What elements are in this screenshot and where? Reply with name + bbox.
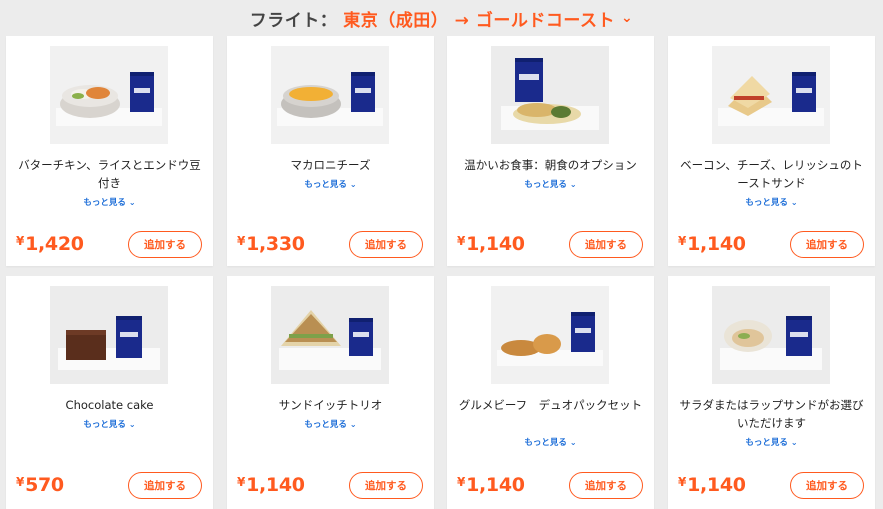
chevron-down-icon: ⌄ — [569, 180, 577, 189]
currency-symbol: ¥ — [16, 475, 25, 489]
menu-item-card: サンドイッチトリオ もっと見る ⌄ ¥1,140 追加する — [227, 276, 434, 509]
menu-item-name: Chocolate cake — [65, 398, 154, 412]
currency-symbol: ¥ — [457, 234, 466, 248]
menu-item-card: Chocolate cake もっと見る ⌄ ¥570 追加する — [6, 276, 213, 509]
menu-item-name: ベーコン、チーズ、レリッシュのトーストサンド — [680, 158, 863, 190]
price: ¥1,140 — [457, 233, 525, 255]
menu-item-name: グルメビーフ デュオパックセット — [458, 398, 643, 412]
flight-route[interactable]: 東京（成田） → ゴールドコースト — [343, 6, 615, 31]
menu-item-card: マカロニチーズ もっと見る ⌄ ¥1,330 追加する — [227, 36, 434, 266]
price-value: 1,330 — [246, 233, 305, 255]
currency-symbol: ¥ — [237, 234, 246, 248]
add-button[interactable]: 追加する — [569, 472, 643, 499]
flight-route-header[interactable]: フライト： 東京（成田） → ゴールドコースト ⌄ — [0, 0, 883, 36]
add-button[interactable]: 追加する — [790, 231, 864, 258]
food-image — [491, 46, 609, 144]
add-button[interactable]: 追加する — [569, 231, 643, 258]
price: ¥1,140 — [678, 474, 746, 496]
price-value: 1,140 — [466, 233, 525, 255]
currency-symbol: ¥ — [678, 475, 687, 489]
price-value: 1,420 — [25, 233, 84, 255]
more-label: もっと見る — [304, 180, 347, 190]
more-link[interactable]: もっと見る ⌄ — [6, 196, 213, 208]
menu-item-name: バターチキン、ライスとエンドウ豆付き — [18, 158, 201, 190]
menu-item-name: サンドイッチトリオ — [278, 398, 383, 412]
chevron-down-icon: ⌄ — [349, 180, 357, 189]
currency-symbol: ¥ — [678, 234, 687, 248]
price-value: 1,140 — [246, 474, 305, 496]
currency-symbol: ¥ — [457, 475, 466, 489]
add-button[interactable]: 追加する — [349, 231, 423, 258]
food-image — [271, 46, 389, 144]
menu-item-name: 温かいお食事：朝食のオプション — [464, 158, 637, 172]
menu-item-name: サラダまたはラップサンドがお選びいただけます — [679, 398, 864, 430]
more-link[interactable]: もっと見る ⌄ — [668, 196, 875, 208]
chevron-down-icon: ⌄ — [349, 420, 357, 429]
menu-item-card: サラダまたはラップサンドがお選びいただけます もっと見る ⌄ ¥1,140 追加す… — [668, 276, 875, 509]
price-value: 1,140 — [466, 474, 525, 496]
more-link[interactable]: もっと見る ⌄ — [6, 418, 213, 430]
more-label: もっと見る — [524, 438, 567, 448]
food-image — [491, 286, 609, 384]
price-value: 1,140 — [687, 233, 746, 255]
price-value: 570 — [25, 474, 64, 496]
food-image — [50, 286, 168, 384]
chevron-down-icon: ⌄ — [128, 420, 136, 429]
currency-symbol: ¥ — [237, 475, 246, 489]
more-link[interactable]: もっと見る ⌄ — [227, 178, 434, 190]
price: ¥1,140 — [678, 233, 746, 255]
more-link[interactable]: もっと見る ⌄ — [668, 436, 875, 448]
food-image — [50, 46, 168, 144]
chevron-down-icon: ⌄ — [128, 198, 136, 207]
chevron-down-icon: ⌄ — [790, 438, 798, 447]
chevron-down-icon: ⌄ — [790, 198, 798, 207]
more-label: もっと見る — [745, 198, 788, 208]
chevron-down-icon: ⌄ — [569, 438, 577, 447]
more-link[interactable]: もっと見る ⌄ — [447, 436, 654, 448]
more-label: もっと見る — [745, 438, 788, 448]
add-button[interactable]: 追加する — [349, 472, 423, 499]
more-link[interactable]: もっと見る ⌄ — [227, 418, 434, 430]
add-button[interactable]: 追加する — [128, 472, 202, 499]
price-value: 1,140 — [687, 474, 746, 496]
currency-symbol: ¥ — [16, 234, 25, 248]
food-image — [712, 46, 830, 144]
more-link[interactable]: もっと見る ⌄ — [447, 178, 654, 190]
price: ¥1,330 — [237, 233, 305, 255]
add-button[interactable]: 追加する — [790, 472, 864, 499]
add-button[interactable]: 追加する — [128, 231, 202, 258]
more-label: もっと見る — [83, 198, 126, 208]
menu-item-name: マカロニチーズ — [290, 158, 371, 172]
more-label: もっと見る — [304, 420, 347, 430]
price: ¥1,140 — [237, 474, 305, 496]
more-label: もっと見る — [83, 420, 126, 430]
menu-item-card: ベーコン、チーズ、レリッシュのトーストサンド もっと見る ⌄ ¥1,140 追加す… — [668, 36, 875, 266]
menu-item-card: バターチキン、ライスとエンドウ豆付き もっと見る ⌄ ¥1,420 追加する — [6, 36, 213, 266]
price: ¥1,140 — [457, 474, 525, 496]
menu-item-card: 温かいお食事：朝食のオプション もっと見る ⌄ ¥1,140 追加する — [447, 36, 654, 266]
flight-label: フライト： — [249, 10, 338, 31]
price: ¥570 — [16, 474, 64, 496]
food-image — [271, 286, 389, 384]
food-image — [712, 286, 830, 384]
menu-item-card: グルメビーフ デュオパックセット もっと見る ⌄ ¥1,140 追加する — [447, 276, 654, 509]
chevron-down-icon[interactable]: ⌄ — [621, 10, 633, 26]
more-label: もっと見る — [524, 180, 567, 190]
price: ¥1,420 — [16, 233, 84, 255]
